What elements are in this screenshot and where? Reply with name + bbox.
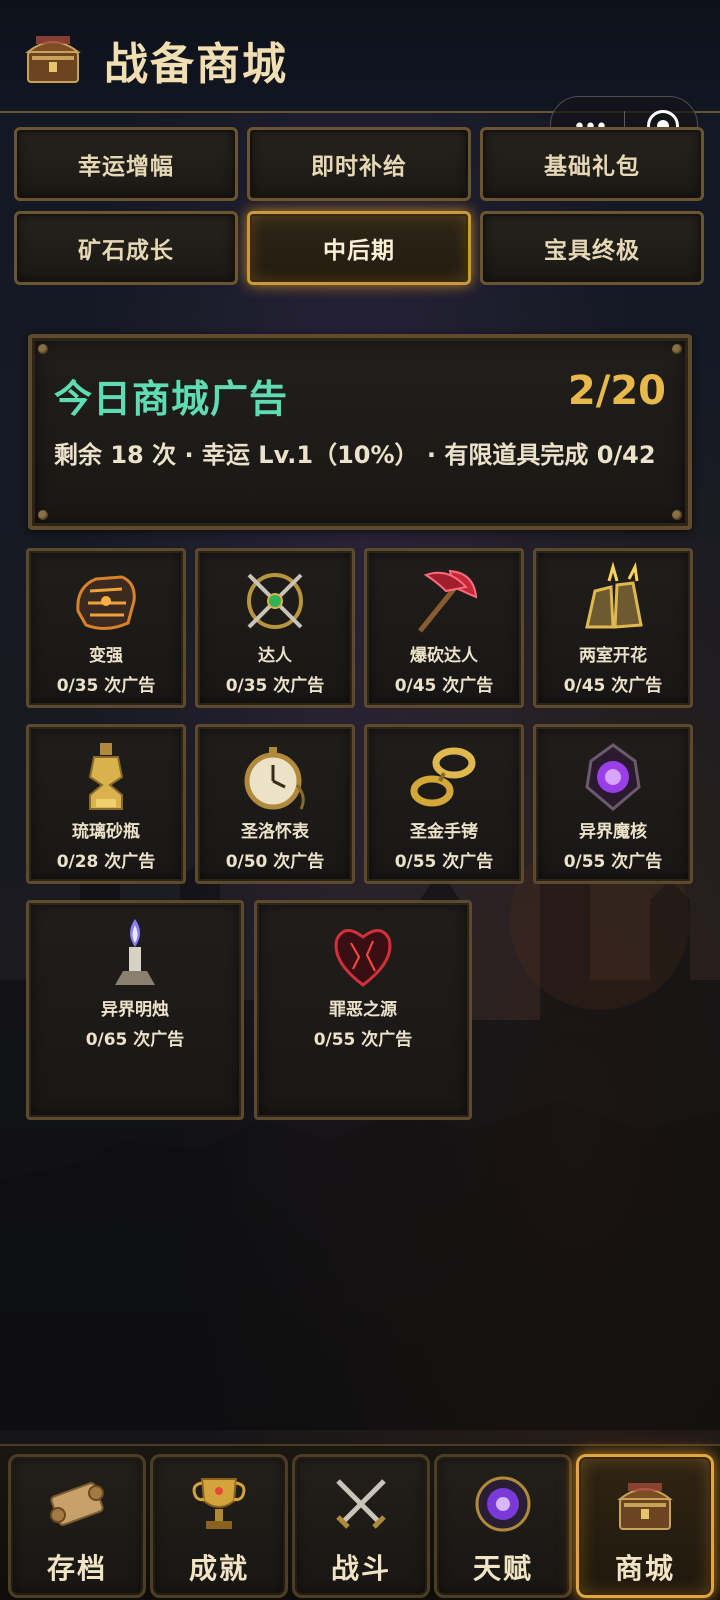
battle-axe-icon — [418, 569, 478, 633]
golden-gauntlets-icon — [585, 561, 643, 629]
item-card[interactable]: 异界魔核 0/55 次广告 — [533, 724, 693, 884]
item-progress: 0/55 次广告 — [563, 852, 663, 872]
item-progress: 0/35 次广告 — [225, 676, 325, 696]
tab-treasure-ultimate[interactable]: 宝具终极 — [480, 211, 704, 285]
item-name: 异界明烛 — [101, 1000, 169, 1020]
item-card[interactable]: 达人 0/35 次广告 — [195, 548, 355, 708]
nav-talent[interactable]: 天赋 — [434, 1454, 572, 1598]
nav-archive[interactable]: 存档 — [8, 1454, 146, 1598]
tab-instant-supply[interactable]: 即时补给 — [247, 127, 471, 201]
item-card[interactable]: 变强 0/35 次广告 — [26, 548, 186, 708]
tab-lucky-boost[interactable]: 幸运增幅 — [14, 127, 238, 201]
tab-mid-late[interactable]: 中后期 — [247, 211, 471, 285]
ad-count: 2/20 — [567, 368, 666, 414]
item-name: 爆砍达人 — [410, 646, 478, 666]
item-progress: 0/55 次广告 — [394, 852, 494, 872]
nav-label: 天赋 — [472, 1552, 533, 1585]
gauntlet-icon — [76, 575, 136, 630]
item-card[interactable]: 圣洛怀表 0/50 次广告 — [195, 724, 355, 884]
rivet — [38, 344, 48, 354]
item-name: 圣洛怀表 — [241, 822, 309, 842]
bottom-nav: 存档 成就 战斗 天赋 商城 — [0, 1444, 720, 1600]
nav-label: 存档 — [46, 1552, 107, 1585]
nav-label: 商城 — [614, 1552, 675, 1585]
trophy-icon — [192, 1478, 246, 1529]
nav-shop[interactable]: 商城 — [576, 1454, 714, 1598]
nav-battle[interactable]: 战斗 — [292, 1454, 430, 1598]
item-card[interactable]: 圣金手铐 0/55 次广告 — [364, 724, 524, 884]
item-name: 罪恶之源 — [329, 1000, 397, 1020]
nav-label: 战斗 — [330, 1552, 391, 1585]
talent-orb-icon — [475, 1476, 531, 1532]
ad-info-text: 剩余 18 次 · 幸运 Lv.1（10%） · 有限道具完成 0/42 — [54, 441, 656, 469]
hourglass-bottle-icon — [88, 743, 124, 810]
tab-label: 基础礼包 — [544, 154, 640, 180]
item-card[interactable]: 两室开花 0/45 次广告 — [533, 548, 693, 708]
tab-basic-pack[interactable]: 基础礼包 — [480, 127, 704, 201]
item-name: 琉璃砂瓶 — [72, 822, 140, 842]
tab-label: 幸运增幅 — [78, 154, 174, 180]
golden-shackles-icon — [410, 747, 476, 807]
item-card[interactable]: 琉璃砂瓶 0/28 次广告 — [26, 724, 186, 884]
nav-label: 成就 — [188, 1552, 249, 1585]
item-progress: 0/45 次广告 — [394, 676, 494, 696]
ad-panel-title: 今日商城广告 — [54, 377, 289, 421]
tab-ore-growth[interactable]: 矿石成长 — [14, 211, 238, 285]
rivet — [38, 510, 48, 520]
crossed-swords-emblem-icon — [247, 573, 303, 629]
item-name: 变强 — [89, 646, 123, 666]
tab-label: 矿石成长 — [78, 238, 174, 264]
nav-achievements[interactable]: 成就 — [150, 1454, 288, 1598]
item-card[interactable]: 爆砍达人 0/45 次广告 — [364, 548, 524, 708]
rivet — [672, 344, 682, 354]
item-progress: 0/50 次广告 — [225, 852, 325, 872]
item-progress: 0/35 次广告 — [56, 676, 156, 696]
pocket-watch-icon — [244, 747, 305, 810]
item-progress: 0/45 次广告 — [563, 676, 663, 696]
item-name: 异界魔核 — [579, 822, 647, 842]
crossed-swords-icon — [336, 1479, 386, 1529]
item-name: 圣金手铐 — [410, 822, 478, 842]
rivet — [672, 510, 682, 520]
void-candle-icon — [115, 919, 155, 985]
item-progress: 0/28 次广告 — [56, 852, 156, 872]
sin-heart-icon — [334, 929, 392, 987]
item-name: 达人 — [258, 646, 292, 666]
shop-chest-icon — [617, 1483, 673, 1530]
item-card[interactable]: 异界明烛 0/65 次广告 — [26, 900, 244, 1120]
daily-ad-panel: 今日商城广告 2/20 剩余 18 次 · 幸运 Lv.1（10%） · 有限道… — [28, 334, 692, 530]
item-progress: 0/55 次广告 — [313, 1030, 413, 1050]
scroll-icon — [50, 1482, 104, 1526]
tab-label: 中后期 — [323, 238, 395, 264]
item-card[interactable]: 罪恶之源 0/55 次广告 — [254, 900, 472, 1120]
tab-label: 宝具终极 — [544, 238, 640, 264]
item-progress: 0/65 次广告 — [85, 1030, 185, 1050]
page-title: 战备商城 — [104, 39, 288, 90]
tab-label: 即时补给 — [311, 154, 407, 180]
shop-chest-icon — [25, 36, 81, 83]
void-core-icon — [585, 743, 641, 811]
item-name: 两室开花 — [579, 646, 647, 666]
